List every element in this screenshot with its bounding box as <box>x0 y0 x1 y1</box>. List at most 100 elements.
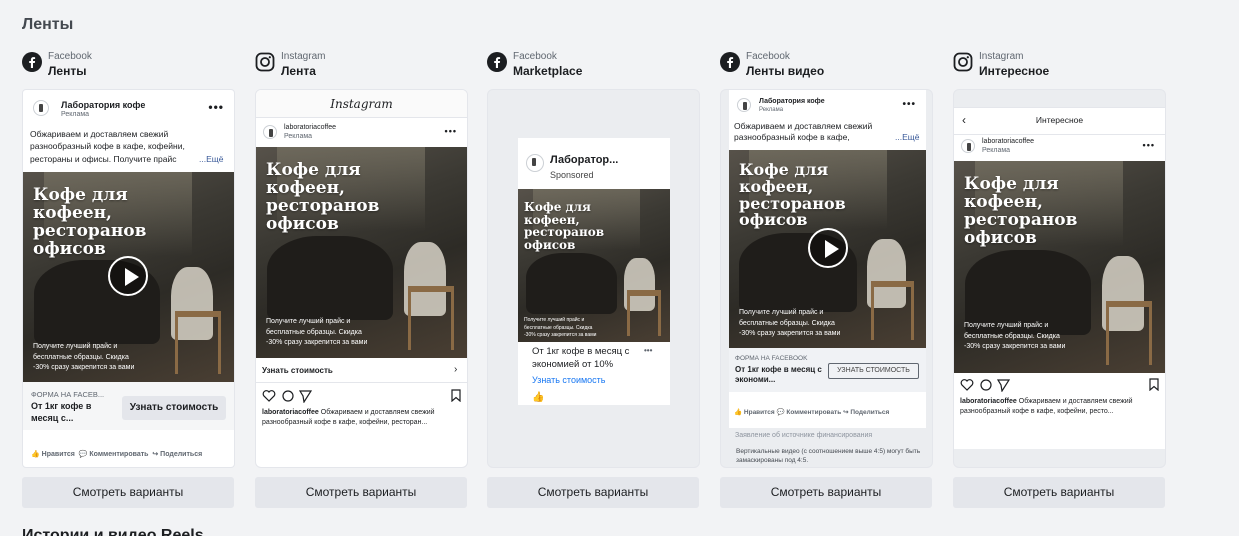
ad-image: Кофе для кофеен, ресторанов офисов Получите… <box>256 147 467 358</box>
instagram-logo: Instagram <box>256 90 467 118</box>
platform-name: Facebook <box>513 51 557 62</box>
marketplace-card: Лаборатор... Sponsored Кофе для кофеен, ре… <box>518 138 670 405</box>
image-overlay-text: Получите лучший прайс и бесплатные образц… <box>33 343 135 371</box>
placement-column-facebook-feeds: Facebook Ленты Лаборатория кофе Реклама … <box>22 50 235 508</box>
cta-button[interactable]: УЗНАТЬ СТОИМОСТЬ <box>828 363 919 379</box>
view-variants-button[interactable]: Смотреть варианты <box>22 477 234 508</box>
action-bar: 👍 Нравится 💬 Комментировать ↪ Поделиться <box>734 408 929 416</box>
page-avatar <box>737 98 751 112</box>
see-more-link[interactable]: ...Ещё <box>895 132 919 142</box>
view-variants-button[interactable]: Смотреть варианты <box>953 477 1165 508</box>
image-headline: Кофе для кофеен, ресторанов офисов <box>33 185 147 259</box>
platform-name: Instagram <box>979 51 1024 62</box>
primary-text: Обжариваем и доставляем свежий разнообра… <box>734 121 873 143</box>
page-handle: laboratoriacoffee <box>284 124 337 131</box>
share-button[interactable]: ↪ Поделиться <box>843 409 889 416</box>
facebook-icon <box>487 52 507 72</box>
bookmark-icon[interactable] <box>1149 378 1159 391</box>
platform-name: Facebook <box>48 51 92 62</box>
instagram-icon <box>953 52 973 72</box>
placement-name: Marketplace <box>513 64 583 78</box>
offer-text: От 1кг кофе в месяц с экономией от 10% <box>532 346 630 370</box>
share-button[interactable]: ↪ Поделиться <box>152 451 202 458</box>
ad-preview-instagram-feed[interactable]: Instagram laboratoriacoffee Реклама ••• … <box>255 89 468 468</box>
more-options-icon[interactable]: ••• <box>644 346 652 355</box>
sponsored-label: Реклама <box>61 111 90 118</box>
image-headline: Кофе для кофеен, ресторанов офисов <box>266 160 380 234</box>
form-label: ФОРМА НА FACEBOOK <box>735 355 808 362</box>
more-options-icon[interactable]: ••• <box>208 100 224 114</box>
view-variants-button[interactable]: Смотреть варианты <box>255 477 467 508</box>
image-headline: Кофе для кофеен, ресторанов офисов <box>739 160 846 230</box>
image-overlay-text: Получите лучший прайс и бесплатные образц… <box>524 317 597 338</box>
bookmark-icon[interactable] <box>451 389 461 402</box>
page-avatar <box>33 100 49 116</box>
primary-text: Обжариваем и доставляем свежий разнообра… <box>30 129 185 164</box>
like-button[interactable]: 👍 Нравится <box>31 451 75 458</box>
placement-column-facebook-marketplace: Facebook Marketplace Лаборатор... Sponso… <box>487 50 700 508</box>
placement-column-instagram-feed: Instagram Лента Instagram laboratoriacof… <box>255 50 468 508</box>
ig-action-icons[interactable] <box>960 378 1010 392</box>
page-avatar <box>526 154 544 172</box>
image-headline: Кофе для кофеен, ресторанов офисов <box>524 200 605 252</box>
ad-preview-facebook-video-feeds[interactable]: Лаборатория кофе Реклама ••• Обжариваем … <box>720 89 933 468</box>
placement-header: Facebook Ленты видео <box>720 50 933 80</box>
ad-preview-facebook-marketplace[interactable]: Лаборатор... Sponsored Кофе для кофеен, ре… <box>487 89 700 468</box>
sponsored-label: Реклама <box>759 107 784 113</box>
more-options-icon[interactable]: ••• <box>445 126 457 136</box>
ad-image: Кофе для кофеен, ресторанов офисов Получите… <box>23 172 234 382</box>
like-icon[interactable]: 👍 <box>532 392 544 403</box>
placement-name: Ленты <box>48 64 87 78</box>
ad-preview-facebook-feeds[interactable]: Лаборатория кофе Реклама ••• Обжариваем … <box>22 89 235 468</box>
ad-image: Кофе для кофеен, ресторанов офисов Получите… <box>518 189 670 342</box>
action-bar: 👍 Нравится 💬 Комментировать ↪ Поделиться <box>31 450 231 458</box>
page-name: Лаборатор... <box>550 154 619 166</box>
sponsored-label: Sponsored <box>550 170 594 180</box>
page-name: Лаборатория кофе <box>759 98 825 105</box>
page-handle: laboratoriacoffee <box>982 138 1035 145</box>
offer-text: От 1кг кофе в месяц с... <box>31 401 92 423</box>
funding-disclaimer[interactable]: Заявление об источнике финансирования <box>735 432 872 439</box>
view-variants-button[interactable]: Смотреть варианты <box>487 477 699 508</box>
image-overlay-text: Получите лучший прайс и бесплатные образц… <box>266 318 368 346</box>
offer-text: От 1кг кофе в месяц с экономи... <box>735 365 822 385</box>
chevron-right-icon: › <box>454 364 458 375</box>
ig-action-icons[interactable] <box>262 389 312 403</box>
image-overlay-text: Получите лучший прайс и бесплатные образц… <box>964 322 1066 350</box>
image-headline: Кофе для кофеен, ресторанов офисов <box>964 174 1078 248</box>
cta-button[interactable]: Узнать стоимость <box>122 396 226 420</box>
cta-link[interactable]: Узнать стоимость <box>532 375 606 385</box>
instagram-icon <box>255 52 275 72</box>
page-avatar <box>961 139 975 153</box>
page-name: Лаборатория кофе <box>61 100 146 110</box>
ig-caption: laboratoriacoffee Обжариваем и доставляе… <box>262 409 435 426</box>
video-ad-card: Лаборатория кофе Реклама ••• Обжариваем … <box>729 90 926 428</box>
section-title: Ленты <box>22 16 74 33</box>
page-avatar <box>263 125 277 139</box>
more-options-icon[interactable]: ••• <box>1143 140 1155 150</box>
placement-header: Instagram Интересное <box>953 50 1166 80</box>
ad-image: Кофе для кофеен, ресторанов офисов Получите… <box>954 161 1165 373</box>
comment-button[interactable]: 💬 Комментировать <box>777 409 842 416</box>
sponsored-label: Реклама <box>284 133 313 140</box>
placement-header: Instagram Лента <box>255 50 468 80</box>
image-overlay-text: Получите лучший прайс и бесплатные образц… <box>739 309 841 337</box>
placements-page: Ленты Facebook Ленты Лаборатория кофе Ре… <box>0 0 1239 536</box>
like-button[interactable]: 👍 Нравится <box>734 409 775 416</box>
see-more-link[interactable]: ...Ещё <box>199 154 223 164</box>
view-variants-button[interactable]: Смотреть варианты <box>720 477 932 508</box>
play-icon[interactable] <box>808 228 848 268</box>
facebook-icon <box>22 52 42 72</box>
placement-column-instagram-explore: Instagram Интересное ‹ Интересное labora… <box>953 50 1166 508</box>
placement-name: Ленты видео <box>746 64 825 78</box>
cta-link[interactable]: Узнать стоимость <box>262 366 333 375</box>
explore-card: ‹ Интересное laboratoriacoffee Реклама •… <box>954 107 1165 449</box>
comment-button[interactable]: 💬 Комментировать <box>79 451 149 458</box>
ad-preview-instagram-explore[interactable]: ‹ Интересное laboratoriacoffee Реклама •… <box>953 89 1166 468</box>
more-options-icon[interactable]: ••• <box>902 99 916 110</box>
sponsored-label: Реклама <box>982 147 1011 154</box>
explore-header: Интересное <box>1035 115 1084 125</box>
video-aspect-note: Вертикальные видео (с соотношением выше … <box>736 448 921 465</box>
placement-header: Facebook Ленты <box>22 50 235 80</box>
play-icon[interactable] <box>108 256 148 296</box>
